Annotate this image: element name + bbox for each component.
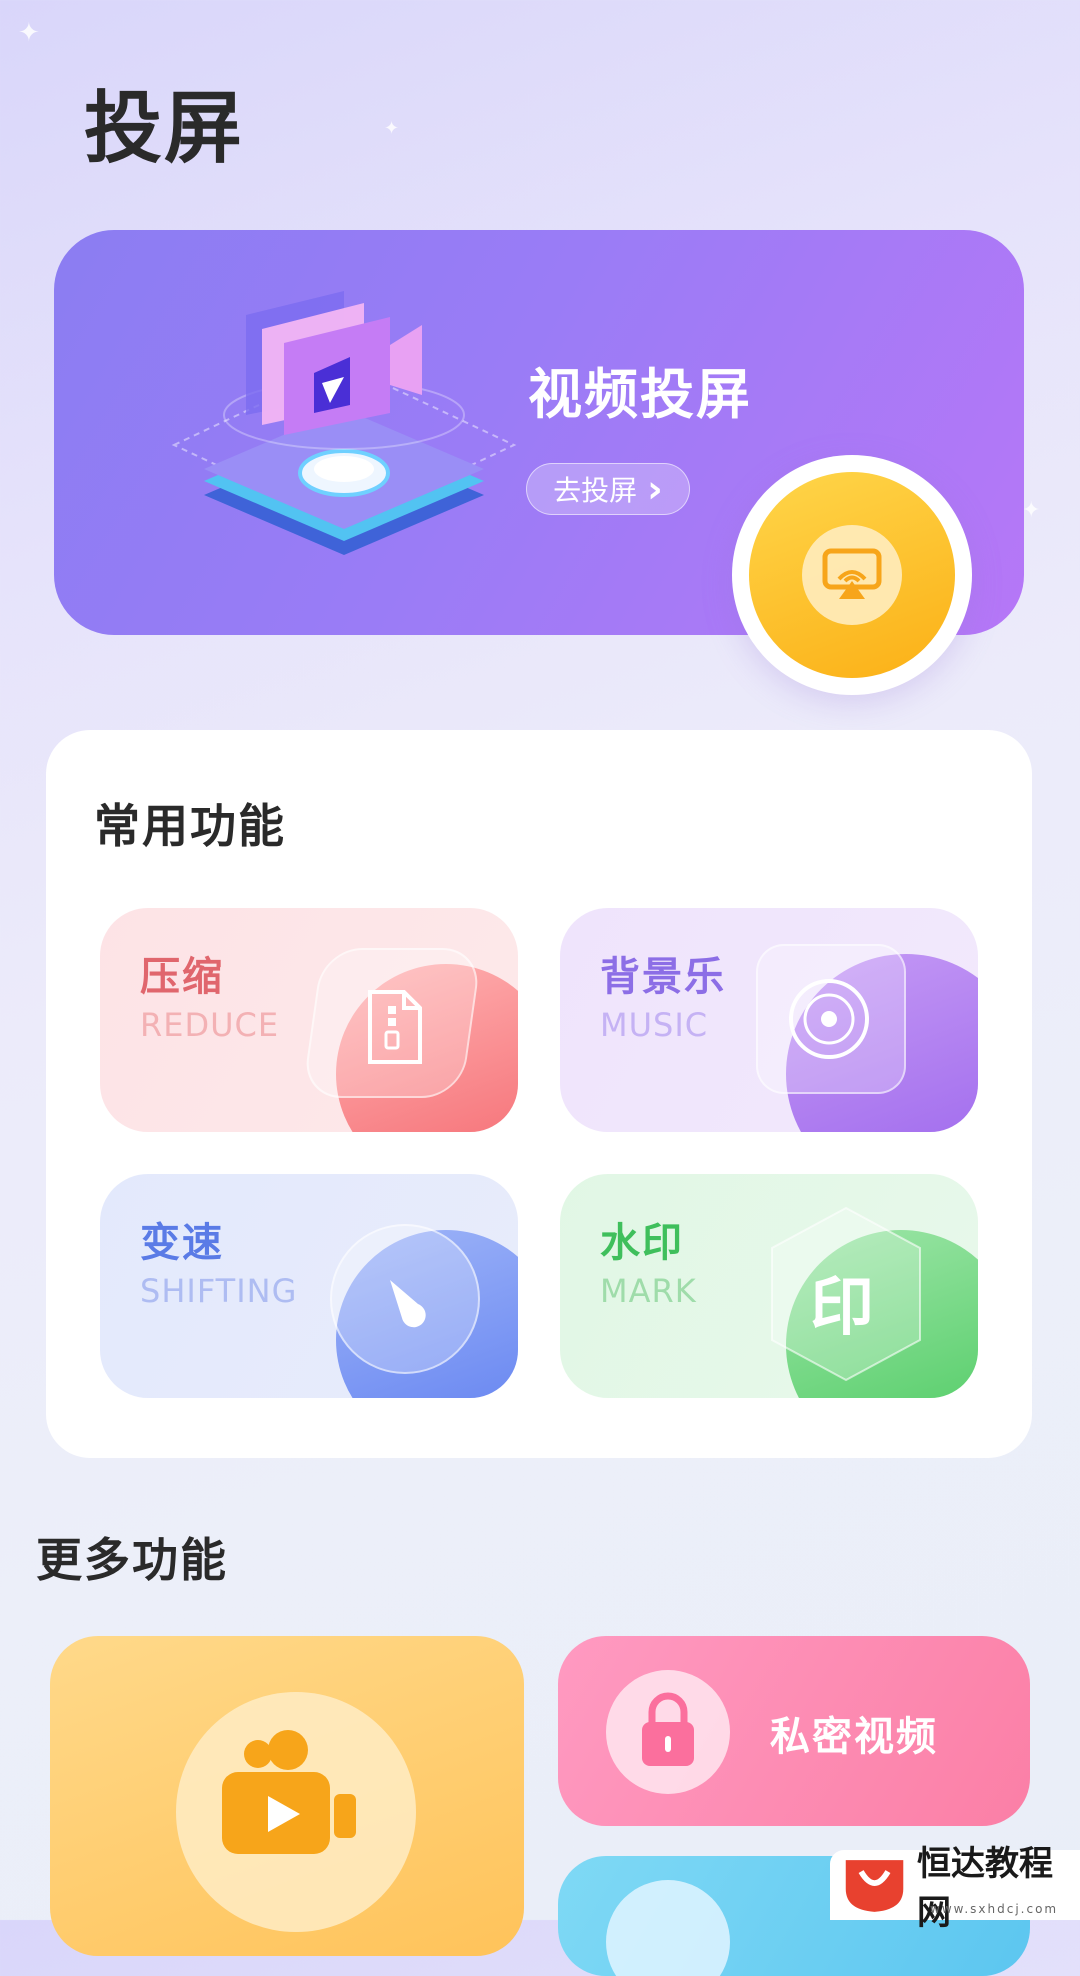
private-video-tile[interactable]: 私密视频 xyxy=(558,1636,1030,1826)
shifting-tile[interactable]: 变速 SHIFTING xyxy=(100,1174,518,1398)
site-name: 恒达教程网 xyxy=(917,1844,1054,1933)
reduce-label: 压缩 xyxy=(140,954,224,1000)
mark-en-label: MARK xyxy=(600,1272,697,1310)
disc-icon xyxy=(789,979,869,1059)
site-watermark: 恒达教程网 www.sxhdcj.com xyxy=(830,1844,1080,1933)
chevron-right-icon: › xyxy=(647,467,663,511)
common-functions-card: 常用功能 压缩 REDUCE 背景乐 MUSIC 变速 SHIFTING 印 水… xyxy=(46,730,1032,1458)
shifting-label: 变速 xyxy=(140,1220,224,1266)
video-edit-tile[interactable] xyxy=(50,1636,524,1956)
music-en-label: MUSIC xyxy=(600,1006,709,1044)
zip-file-icon xyxy=(368,990,422,1064)
go-cast-button-label: 去投屏 xyxy=(553,474,638,507)
screen-cast-button-fill xyxy=(749,472,955,678)
sparkle-decoration: ✦ xyxy=(384,118,400,139)
common-functions-title: 常用功能 xyxy=(94,799,286,853)
seal-icon: 印 xyxy=(810,1271,874,1345)
page-title: 投屏 xyxy=(84,84,245,174)
private-video-label: 私密视频 xyxy=(770,1714,938,1760)
screen-cast-icon xyxy=(802,525,902,625)
site-logo-icon xyxy=(845,1860,904,1912)
banner-title: 视频投屏 xyxy=(528,363,752,426)
screen-cast-button[interactable] xyxy=(732,455,972,695)
go-cast-button[interactable]: 去投屏 › xyxy=(526,463,690,515)
tile-decoration xyxy=(606,1880,730,1976)
sparkle-decoration: ✦ xyxy=(18,18,40,48)
sparkle-decoration: ✦ xyxy=(1022,498,1041,523)
video-camera-icon xyxy=(222,1730,356,1854)
shifting-en-label: SHIFTING xyxy=(140,1272,298,1310)
reduce-tile[interactable]: 压缩 REDUCE xyxy=(100,908,518,1132)
lock-icon xyxy=(642,1692,694,1766)
mark-label: 水印 xyxy=(600,1220,684,1266)
reduce-en-label: REDUCE xyxy=(140,1006,280,1044)
music-tile[interactable]: 背景乐 MUSIC xyxy=(560,908,978,1132)
speed-gauge-icon xyxy=(390,1280,426,1328)
video-cast-illustration xyxy=(171,291,517,555)
music-label: 背景乐 xyxy=(600,954,726,1000)
more-functions-title: 更多功能 xyxy=(36,1533,228,1587)
site-url: www.sxhdcj.com xyxy=(930,1902,1059,1916)
mark-tile[interactable]: 印 水印 MARK xyxy=(560,1174,978,1398)
